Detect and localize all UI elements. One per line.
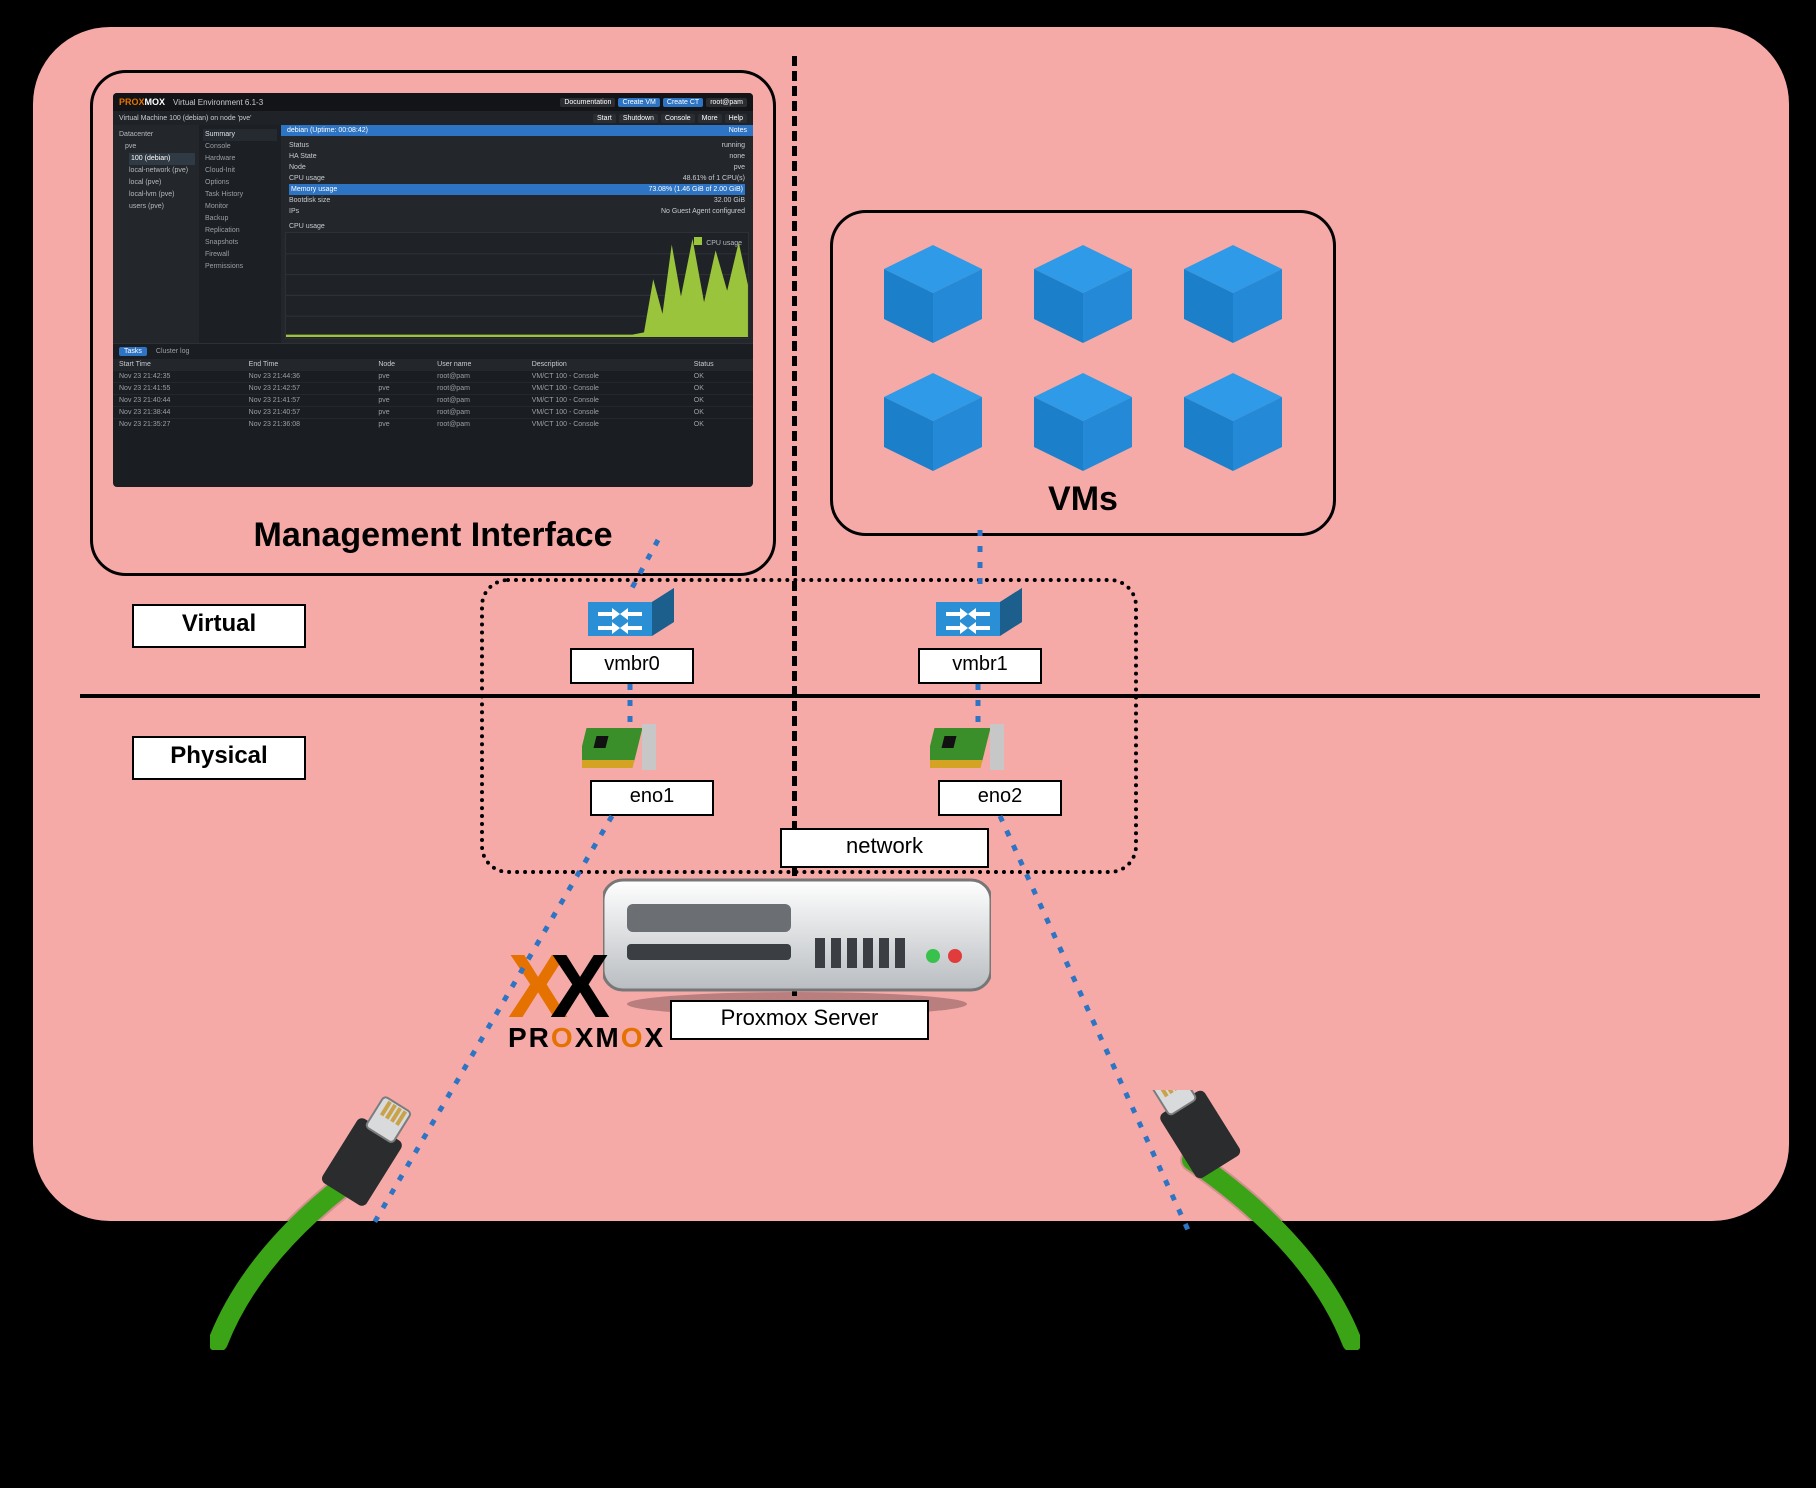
vm-cube-icon — [1178, 367, 1288, 477]
proxmox-ui-logo: PROXMOX — [119, 97, 165, 107]
tree-node[interactable]: pve — [117, 141, 195, 153]
kv-status-v: running — [722, 140, 745, 151]
label-vmbr0: vmbr0 — [570, 648, 694, 684]
ethernet-cable-left — [210, 1090, 470, 1350]
task-row[interactable]: Nov 23 21:41:55Nov 23 21:42:57pveroot@pa… — [113, 383, 753, 395]
menu-firewall[interactable]: Firewall — [203, 249, 277, 261]
vm-cube-icon — [1178, 239, 1288, 349]
btn-console[interactable]: Console — [661, 114, 695, 123]
task-header: Start Time End Time Node User name Descr… — [113, 359, 753, 371]
menu-replication[interactable]: Replication — [203, 225, 277, 237]
menu-console[interactable]: Console — [203, 141, 277, 153]
task-row[interactable]: Nov 23 21:40:44Nov 23 21:41:57pveroot@pa… — [113, 395, 753, 407]
label-eno2: eno2 — [938, 780, 1062, 816]
btn-documentation[interactable]: Documentation — [560, 98, 615, 107]
resource-tree[interactable]: Datacenter pve 100 (debian) local-networ… — [113, 125, 199, 343]
kv-boot-v: 32.00 GiB — [714, 195, 745, 206]
task-row[interactable]: Nov 23 21:42:35Nov 23 21:44:36pveroot@pa… — [113, 371, 753, 383]
tree-datacenter[interactable]: Datacenter — [117, 129, 195, 141]
vm-breadcrumb: Virtual Machine 100 (debian) on node 'pv… — [119, 115, 252, 122]
kv-node-k: Node — [289, 162, 306, 173]
top-toolbar: Documentation Create VM Create CT root@p… — [560, 98, 747, 107]
kv-node-v: pve — [734, 162, 745, 173]
kv-status-k: Status — [289, 140, 309, 151]
menu-backup[interactable]: Backup — [203, 213, 277, 225]
proxmox-version: Virtual Environment 6.1-3 — [173, 98, 263, 107]
menu-summary[interactable]: Summary — [203, 129, 277, 141]
kv-ips-v: No Guest Agent configured — [661, 206, 745, 217]
user-menu[interactable]: root@pam — [706, 98, 747, 107]
vms-caption: VMs — [833, 480, 1333, 519]
chart-title: CPU usage — [281, 221, 753, 232]
tree-vm-100[interactable]: 100 (debian) — [129, 153, 195, 165]
kv-ha-k: HA State — [289, 151, 317, 162]
summary-title: debian (Uptime: 00:08:42) — [287, 127, 368, 134]
label-physical: Physical — [132, 736, 306, 780]
vms-card: VMs — [830, 210, 1336, 536]
proxmox-web-ui-screenshot: PROXMOX Virtual Environment 6.1-3 Docume… — [113, 93, 753, 487]
management-caption: Management Interface — [93, 516, 773, 555]
kv-mem-v: 73.08% (1.46 GiB of 2.00 GiB) — [648, 184, 743, 195]
nic-icon-eno1 — [582, 722, 666, 776]
kv-ips-k: IPs — [289, 206, 299, 217]
vm-cube-icon — [1028, 367, 1138, 477]
menu-permissions[interactable]: Permissions — [203, 261, 277, 273]
tree-storage[interactable]: users (pve) — [117, 201, 195, 213]
cpu-usage-chart: CPU usage — [285, 232, 749, 339]
menu-snapshots[interactable]: Snapshots — [203, 237, 277, 249]
switch-icon-vmbr1 — [936, 588, 1022, 646]
label-virtual: Virtual — [132, 604, 306, 648]
label-eno1: eno1 — [590, 780, 714, 816]
vm-cube-grid — [873, 239, 1293, 477]
btn-more[interactable]: More — [698, 114, 722, 123]
btn-shutdown[interactable]: Shutdown — [619, 114, 658, 123]
kv-cpu-v: 48.61% of 1 CPU(s) — [683, 173, 745, 184]
menu-options[interactable]: Options — [203, 177, 277, 189]
vm-cube-icon — [878, 367, 988, 477]
tree-storage[interactable]: local (pve) — [117, 177, 195, 189]
task-row[interactable]: Nov 23 21:35:27Nov 23 21:36:08pveroot@pa… — [113, 419, 753, 431]
label-vmbr1: vmbr1 — [918, 648, 1042, 684]
switch-icon-vmbr0 — [588, 588, 674, 646]
proxmox-logo: XX PROXMOX — [508, 952, 708, 1092]
menu-taskhistory[interactable]: Task History — [203, 189, 277, 201]
notes-title: Notes — [729, 127, 747, 134]
kv-cpu-k: CPU usage — [289, 173, 325, 184]
vm-cube-icon — [878, 239, 988, 349]
kv-mem-k: Memory usage — [291, 184, 337, 195]
task-log: Tasks Cluster log Start Time End Time No… — [113, 343, 753, 440]
task-row[interactable]: Nov 23 21:38:44Nov 23 21:40:57pveroot@pa… — [113, 407, 753, 419]
tab-tasks[interactable]: Tasks — [119, 347, 147, 356]
vm-side-menu[interactable]: Summary Console Hardware Cloud-Init Opti… — [199, 125, 281, 343]
label-proxmox-server: Proxmox Server — [670, 1000, 929, 1040]
btn-create-vm[interactable]: Create VM — [618, 98, 659, 107]
ethernet-cable-right — [1100, 1090, 1360, 1350]
vm-cube-icon — [1028, 239, 1138, 349]
nic-icon-eno2 — [930, 722, 1014, 776]
tree-storage[interactable]: local-network (pve) — [117, 165, 195, 177]
btn-create-ct[interactable]: Create CT — [663, 98, 703, 107]
task-table: Start Time End Time Node User name Descr… — [113, 359, 753, 430]
management-interface-card: PROXMOX Virtual Environment 6.1-3 Docume… — [90, 70, 776, 576]
kv-ha-v: none — [729, 151, 745, 162]
menu-cloudinit[interactable]: Cloud-Init — [203, 165, 277, 177]
diagram-canvas: PROXMOX Virtual Environment 6.1-3 Docume… — [0, 0, 1816, 1488]
tab-clusterlog[interactable]: Cluster log — [151, 347, 194, 356]
btn-start[interactable]: Start — [593, 114, 616, 123]
btn-help[interactable]: Help — [725, 114, 747, 123]
menu-monitor[interactable]: Monitor — [203, 201, 277, 213]
kv-boot-k: Bootdisk size — [289, 195, 330, 206]
tree-storage[interactable]: local-lvm (pve) — [117, 189, 195, 201]
menu-hardware[interactable]: Hardware — [203, 153, 277, 165]
